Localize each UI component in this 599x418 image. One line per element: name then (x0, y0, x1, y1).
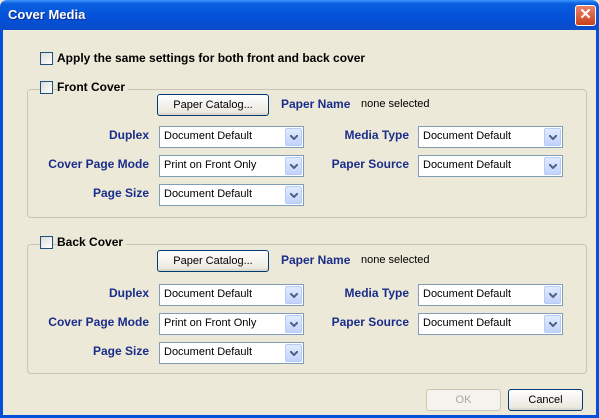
back-page-size-value: Document Default (164, 346, 253, 358)
front-duplex-label: Duplex (108, 128, 149, 142)
front-media-type-label: Media Type (344, 128, 409, 142)
front-duplex-value: Document Default (164, 130, 253, 142)
front-media-type-value: Document Default (423, 130, 512, 142)
chevron-down-icon[interactable] (544, 315, 561, 333)
front-paper-catalog-button[interactable]: Paper Catalog... (157, 94, 269, 116)
title-bar[interactable]: Cover Media ✕ (0, 0, 599, 30)
close-icon: ✕ (579, 6, 592, 23)
back-page-size-select[interactable]: Document Default (159, 342, 304, 364)
apply-same-checkbox[interactable] (40, 52, 53, 65)
close-button[interactable]: ✕ (575, 5, 596, 26)
ok-button[interactable]: OK (426, 389, 501, 411)
back-media-type-label: Media Type (344, 286, 409, 300)
front-paper-source-label: Paper Source (331, 157, 409, 171)
back-cover-title: Back Cover (57, 235, 127, 249)
back-cover-mode-value: Print on Front Only (164, 317, 257, 329)
back-duplex-label: Duplex (108, 286, 149, 300)
front-cover-mode-value: Print on Front Only (164, 159, 257, 171)
front-duplex-select[interactable]: Document Default (159, 126, 304, 148)
back-paper-source-select[interactable]: Document Default (418, 313, 563, 335)
back-cover-checkbox[interactable] (40, 236, 53, 249)
back-duplex-value: Document Default (164, 288, 253, 300)
chevron-down-icon[interactable] (285, 286, 302, 304)
chevron-down-icon[interactable] (544, 286, 561, 304)
back-cover-mode-select[interactable]: Print on Front Only (159, 313, 304, 335)
front-cover-checkbox[interactable] (40, 81, 53, 94)
front-paper-source-value: Document Default (423, 159, 512, 171)
front-media-type-select[interactable]: Document Default (418, 126, 563, 148)
front-paper-name-label: Paper Name (281, 97, 351, 111)
front-cover-mode-select[interactable]: Print on Front Only (159, 155, 304, 177)
back-paper-source-value: Document Default (423, 317, 512, 329)
chevron-down-icon[interactable] (544, 157, 561, 175)
chevron-down-icon[interactable] (285, 344, 302, 362)
back-cover-mode-label: Cover Page Mode (48, 315, 149, 329)
front-paper-source-select[interactable]: Document Default (418, 155, 563, 177)
chevron-down-icon[interactable] (285, 315, 302, 333)
front-cover-title: Front Cover (57, 80, 129, 94)
back-paper-source-label: Paper Source (331, 315, 409, 329)
back-media-type-value: Document Default (423, 288, 512, 300)
front-page-size-label: Page Size (92, 186, 149, 200)
back-paper-name-label: Paper Name (281, 253, 351, 267)
apply-same-label: Apply the same settings for both front a… (57, 51, 366, 65)
front-page-size-select[interactable]: Document Default (159, 184, 304, 206)
front-paper-name-value: none selected (361, 98, 430, 110)
back-paper-name-value: none selected (361, 254, 430, 266)
chevron-down-icon[interactable] (544, 128, 561, 146)
back-media-type-select[interactable]: Document Default (418, 284, 563, 306)
front-cover-mode-label: Cover Page Mode (48, 157, 149, 171)
chevron-down-icon[interactable] (285, 186, 302, 204)
front-page-size-value: Document Default (164, 188, 253, 200)
back-duplex-select[interactable]: Document Default (159, 284, 304, 306)
back-page-size-label: Page Size (92, 344, 149, 358)
chevron-down-icon[interactable] (285, 157, 302, 175)
cancel-button[interactable]: Cancel (508, 389, 583, 411)
window-title: Cover Media (8, 7, 86, 22)
back-paper-catalog-button[interactable]: Paper Catalog... (157, 250, 269, 272)
chevron-down-icon[interactable] (285, 128, 302, 146)
